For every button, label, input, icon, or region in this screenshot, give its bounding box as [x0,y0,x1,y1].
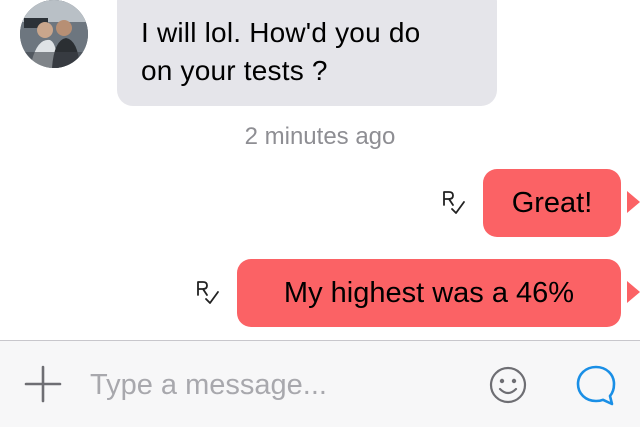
bubble-tail [627,191,640,213]
outgoing-message-bubble[interactable]: My highest was a 46% [237,259,621,327]
avatar-photo [20,0,88,68]
outgoing-message-bubble[interactable]: Great! [483,169,621,237]
outgoing-message-text: Great! [511,186,593,219]
plus-icon[interactable] [24,365,62,403]
chat-screen: I will lol. How'd you do on your tests ?… [0,0,640,427]
contact-avatar[interactable] [20,0,88,68]
smiley-icon[interactable] [488,365,528,405]
bubble-tail [627,281,640,303]
message-timestamp: 2 minutes ago [244,123,396,150]
chat-bubble-icon[interactable] [574,363,618,407]
incoming-message-line: on your tests ? [141,55,328,86]
incoming-message-bubble[interactable]: I will lol. How'd you do on your tests ? [117,0,497,106]
read-receipt-icon [195,279,221,307]
incoming-message-line: I will lol. How'd you do [141,17,421,48]
message-composer [0,340,640,427]
read-receipt-icon [441,189,467,217]
outgoing-message-text: My highest was a 46% [283,276,575,309]
message-input[interactable] [90,361,470,409]
